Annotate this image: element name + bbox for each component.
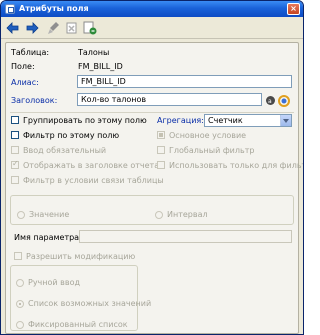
main-condition-label: Основное условие — [169, 131, 247, 140]
color-icon[interactable] — [278, 95, 290, 107]
delete-icon[interactable] — [65, 21, 79, 35]
close-button[interactable]: × — [287, 3, 300, 15]
main-condition-checkbox[interactable] — [157, 131, 165, 139]
manual-input-label: Ручной ввод — [28, 278, 81, 287]
table-label: Таблица: — [11, 48, 50, 57]
attributes-window: Атрибуты поля × Таблица: Талоны Поле: FM… — [0, 0, 304, 335]
filter-in-link-checkbox[interactable] — [11, 176, 19, 184]
svg-text:a: a — [268, 98, 272, 105]
filter-only-label: Использовать только для фильтра — [169, 161, 304, 170]
field-label: Поле: — [11, 62, 35, 71]
group-by-checkbox[interactable] — [11, 116, 19, 124]
arrow-right-icon[interactable] — [25, 21, 39, 35]
header-input[interactable]: Кол-во талонов — [77, 93, 262, 106]
value-radio[interactable] — [17, 211, 25, 219]
group-by-label: Группировать по этому полю — [23, 116, 147, 125]
filter-in-link-label: Фильтр в условии связи таблицы — [23, 176, 164, 185]
show-in-header-label: Отображать в заголовке отчета — [23, 161, 160, 170]
allow-mod-label: Разрешить модификацию — [26, 252, 136, 261]
alias-label: Алиас: — [11, 78, 39, 87]
aggregation-label: Агрегация: — [157, 116, 204, 125]
filter-field-checkbox[interactable] — [11, 131, 19, 139]
font-icon[interactable]: a — [265, 95, 275, 105]
title-bar: Атрибуты поля × — [1, 1, 303, 17]
show-in-header-checkbox[interactable] — [11, 159, 19, 169]
interval-radio[interactable] — [155, 211, 163, 219]
field-value: FM_BILL_ID — [78, 62, 123, 71]
brush-icon[interactable] — [47, 21, 61, 35]
manual-input-radio[interactable] — [16, 279, 24, 287]
fixed-list-label: Фиксированный список — [28, 320, 128, 329]
table-value: Талоны — [78, 48, 110, 57]
aggregation-value: Счетчик — [208, 116, 243, 125]
required-input-checkbox[interactable] — [11, 146, 19, 154]
separator — [10, 112, 294, 113]
arrow-left-icon[interactable] — [6, 21, 20, 35]
modification-group: Ручной ввод Список возможных значений Фи… — [10, 265, 151, 331]
global-filter-checkbox[interactable] — [157, 146, 165, 154]
window-title: Атрибуты поля — [19, 4, 89, 13]
allow-mod-checkbox[interactable] — [14, 252, 22, 260]
clear-icon[interactable] — [83, 21, 97, 35]
possible-values-radio[interactable] — [16, 300, 24, 308]
interval-radio-label: Интервал — [167, 210, 208, 219]
value-radio-label: Значение — [29, 210, 70, 219]
value-type-group: Значение Интервал — [10, 195, 294, 225]
alias-input[interactable]: FM_BILL_ID — [77, 75, 292, 88]
chevron-down-icon[interactable] — [280, 115, 291, 126]
param-name-label: Имя параметра: — [14, 233, 82, 242]
filter-only-checkbox[interactable] — [157, 161, 165, 169]
toolbar — [1, 18, 303, 39]
window-icon — [5, 4, 15, 14]
filter-field-label: Фильтр по этому полю — [23, 131, 120, 140]
fixed-list-radio[interactable] — [16, 321, 24, 329]
param-name-input[interactable] — [79, 230, 292, 243]
attributes-panel: Таблица: Талоны Поле: FM_BILL_ID Алиас: … — [5, 42, 303, 334]
required-input-label: Ввод обязательный — [23, 146, 107, 155]
header-label: Заголовок: — [11, 96, 58, 105]
aggregation-select[interactable]: Счетчик — [204, 114, 292, 127]
global-filter-label: Глобальный фильтр — [169, 146, 255, 155]
possible-values-label: Список возможных значений — [28, 299, 152, 308]
